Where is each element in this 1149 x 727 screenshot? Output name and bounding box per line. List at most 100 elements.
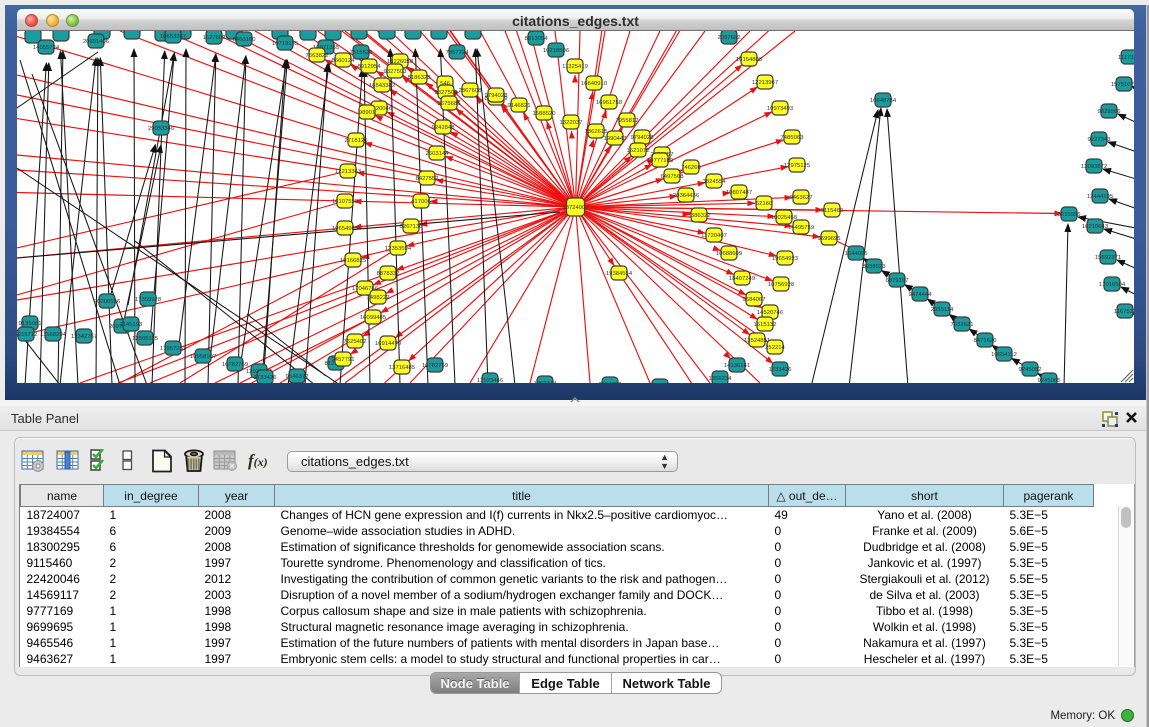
svg-text:9699695: 9699695 — [818, 236, 842, 242]
svg-text:1588520: 1588520 — [533, 111, 557, 117]
svg-text:8938923: 8938923 — [863, 264, 887, 270]
svg-text:2935114: 2935114 — [931, 307, 954, 313]
svg-text:1356234: 1356234 — [709, 376, 733, 382]
svg-text:6497568: 6497568 — [661, 174, 685, 180]
svg-text:3675685: 3675685 — [438, 101, 462, 107]
svg-text:12923446: 12923446 — [477, 378, 504, 383]
svg-text:16640910: 16640910 — [581, 81, 608, 87]
svg-text:8186323: 8186323 — [408, 75, 432, 81]
svg-text:9463627: 9463627 — [790, 195, 813, 201]
svg-text:9329966: 9329966 — [1098, 109, 1122, 115]
svg-text:3915712: 3915712 — [17, 332, 37, 338]
svg-text:1615132: 1615132 — [754, 322, 777, 328]
svg-text:3215955: 3215955 — [1058, 212, 1082, 218]
svg-text:19777169: 19777169 — [647, 158, 673, 164]
svg-text:10654112: 10654112 — [991, 352, 1017, 358]
svg-text:1498222: 1498222 — [367, 295, 390, 301]
svg-text:1733426: 1733426 — [769, 367, 793, 373]
svg-text:1644095: 1644095 — [845, 251, 869, 257]
svg-text:1621072: 1621072 — [627, 148, 650, 154]
svg-text:8878332: 8878332 — [377, 271, 400, 277]
svg-text:7386322: 7386322 — [688, 213, 711, 219]
svg-text:13524851: 13524851 — [744, 338, 770, 344]
svg-text:20691406: 20691406 — [83, 39, 110, 45]
svg-text:16099485: 16099485 — [360, 315, 387, 321]
svg-text:11325419: 11325419 — [562, 64, 588, 70]
svg-text:14495759: 14495759 — [788, 225, 814, 231]
svg-text:12342757: 12342757 — [71, 334, 97, 340]
svg-text:17359928: 17359928 — [135, 297, 162, 303]
svg-text:7632621: 7632621 — [951, 322, 974, 328]
svg-text:15751074: 15751074 — [1111, 82, 1134, 88]
svg-text:417006: 417006 — [411, 199, 431, 205]
svg-text:14520746: 14520746 — [757, 310, 784, 316]
svg-text:1527602: 1527602 — [203, 35, 226, 41]
svg-text:7955812: 7955812 — [616, 118, 639, 124]
svg-text:3824554: 3824554 — [703, 179, 727, 185]
svg-text:17957253: 17957253 — [160, 346, 187, 352]
svg-text:1322037: 1322037 — [560, 120, 583, 126]
svg-text:16782759: 16782759 — [222, 362, 248, 368]
svg-text:9327508: 9327508 — [435, 90, 459, 96]
svg-text:18724007: 18724007 — [562, 205, 588, 211]
svg-text:8813054: 8813054 — [525, 36, 549, 42]
svg-text:16782759: 16782759 — [422, 363, 448, 369]
svg-text:7857224: 7857224 — [446, 50, 470, 56]
svg-text:19384554: 19384554 — [606, 271, 633, 277]
svg-text:10025458: 10025458 — [771, 215, 798, 221]
svg-text:9115460: 9115460 — [821, 208, 844, 214]
svg-text:12505115: 12505115 — [132, 336, 158, 342]
svg-text:19654923: 19654923 — [772, 256, 799, 262]
svg-text:1733426: 1733426 — [254, 375, 278, 381]
svg-text:98901: 98901 — [359, 110, 375, 116]
svg-text:12353594: 12353594 — [385, 246, 412, 252]
svg-text:9154236: 9154236 — [599, 382, 623, 383]
svg-text:12093872: 12093872 — [1081, 164, 1107, 170]
svg-text:62160: 62160 — [756, 201, 773, 207]
svg-text:10958107: 10958107 — [190, 354, 216, 360]
svg-text:10807487: 10807487 — [726, 190, 752, 196]
svg-text:12975125: 12975125 — [784, 163, 811, 169]
svg-text:29053346: 29053346 — [148, 126, 175, 132]
svg-text:7663822: 7663822 — [306, 53, 329, 59]
svg-text:12444195: 12444195 — [1087, 194, 1114, 200]
svg-text:10756928: 10756928 — [768, 282, 795, 288]
svg-text:14136141: 14136141 — [724, 363, 750, 369]
svg-text:13716485: 13716485 — [389, 365, 416, 371]
svg-text:12213363: 12213363 — [335, 169, 362, 175]
svg-text:1362615: 1362615 — [585, 129, 609, 135]
svg-text:9245052: 9245052 — [1019, 367, 1042, 373]
svg-text:11568294: 11568294 — [40, 332, 66, 338]
svg-text:10648784: 10648784 — [870, 98, 897, 104]
svg-text:10688609: 10688609 — [716, 251, 742, 257]
svg-text:10719135: 10719135 — [272, 41, 299, 47]
svg-text:2603144: 2603144 — [426, 151, 450, 157]
svg-text:8660124: 8660124 — [332, 58, 356, 64]
svg-text:9327503: 9327503 — [384, 69, 408, 75]
svg-text:9146821: 9146821 — [508, 103, 531, 109]
svg-text:10218506: 10218506 — [543, 48, 570, 54]
svg-text:3267130: 3267130 — [400, 224, 424, 230]
svg-text:746266: 746266 — [681, 165, 701, 171]
svg-text:19654983: 19654983 — [332, 226, 359, 232]
svg-text:12213967: 12213967 — [752, 80, 778, 86]
svg-text:19166825: 19166825 — [340, 258, 367, 264]
svg-text:16210643: 16210643 — [1082, 224, 1109, 230]
svg-text:2718126: 2718126 — [345, 138, 369, 144]
svg-text:8912954: 8912954 — [358, 64, 382, 70]
svg-text:7515526: 7515526 — [350, 50, 374, 56]
svg-text:9135061: 9135061 — [19, 321, 42, 327]
svg-text:2087682: 2087682 — [718, 35, 741, 41]
svg-text:17016504: 17016504 — [1099, 282, 1126, 288]
svg-text:9546372: 9546372 — [286, 374, 309, 380]
svg-text:9227343: 9227343 — [1088, 137, 1112, 143]
svg-text:20206536: 20206536 — [94, 299, 121, 305]
svg-text:6460160: 6460160 — [233, 37, 257, 43]
svg-text:16914479: 16914479 — [375, 341, 401, 347]
svg-text:8471626: 8471626 — [974, 338, 998, 344]
svg-text:2867608: 2867608 — [459, 88, 483, 94]
svg-text:8427552: 8427552 — [416, 176, 439, 182]
svg-text:20364436: 20364436 — [673, 193, 700, 199]
svg-text:16107552: 16107552 — [332, 199, 358, 205]
svg-text:9457791: 9457791 — [332, 357, 355, 363]
